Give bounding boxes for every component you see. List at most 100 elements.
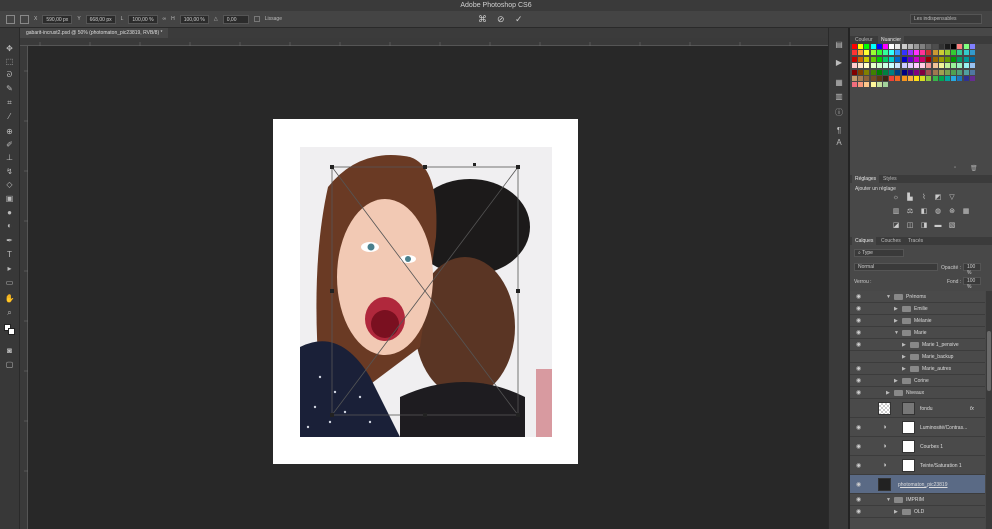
- eyedropper-tool-icon[interactable]: ⁄: [4, 112, 15, 121]
- layers-scroll-thumb[interactable]: [987, 331, 991, 391]
- swatch[interactable]: [895, 44, 901, 49]
- visibility-eye-icon[interactable]: ◉: [856, 443, 861, 450]
- layer-mask-thumbnail[interactable]: [902, 402, 915, 415]
- layer-row[interactable]: ◉ ▶ Niveaux: [850, 387, 985, 399]
- swatch[interactable]: [870, 63, 876, 69]
- layer-row[interactable]: ◉ ▼ IMPRIM: [850, 494, 985, 506]
- swatch[interactable]: [852, 82, 857, 88]
- swatch[interactable]: [901, 50, 907, 56]
- swatch[interactable]: [852, 50, 857, 56]
- curves-icon[interactable]: ⌇: [920, 194, 928, 202]
- character-panel-icon[interactable]: A: [834, 138, 844, 148]
- swatch[interactable]: [895, 76, 901, 81]
- blend-mode-select[interactable]: Normal: [854, 263, 938, 271]
- layer-row[interactable]: fondu fx: [850, 399, 985, 418]
- hue-saturation-icon[interactable]: ▥: [892, 208, 900, 216]
- swatch[interactable]: [895, 50, 901, 56]
- swatch[interactable]: [907, 44, 913, 49]
- quick-select-tool-icon[interactable]: ✎: [4, 84, 15, 93]
- visibility-eye-icon[interactable]: ◉: [856, 481, 861, 488]
- swatch[interactable]: [963, 63, 969, 69]
- layer-row[interactable]: ▶ Marie_backup: [850, 351, 985, 363]
- height-scale-input[interactable]: 100,00 %: [179, 14, 209, 24]
- workspace-selector[interactable]: Les indispensables: [910, 14, 982, 24]
- swatch[interactable]: [870, 44, 876, 49]
- swatch[interactable]: [852, 44, 857, 49]
- history-panel-icon[interactable]: ▤: [834, 40, 844, 50]
- visibility-eye-icon[interactable]: ◉: [856, 389, 861, 396]
- document-tab[interactable]: gabarit-incrust2.psd @ 50% (photomaton_p…: [20, 28, 169, 38]
- swatch[interactable]: [864, 50, 870, 56]
- swatch[interactable]: [945, 69, 950, 75]
- visibility-eye-icon[interactable]: ◉: [856, 462, 861, 469]
- swatch[interactable]: [926, 44, 932, 49]
- layer-row[interactable]: ◉ ▶ Marie_autres: [850, 363, 985, 375]
- clone-source-panel-icon[interactable]: ▥: [834, 92, 844, 102]
- swatch[interactable]: [864, 76, 870, 81]
- swatch[interactable]: [914, 50, 919, 56]
- swatch[interactable]: [920, 50, 926, 56]
- fill-input[interactable]: 100 %: [963, 277, 981, 290]
- swatch[interactable]: [876, 50, 882, 56]
- swatch[interactable]: [883, 44, 888, 49]
- layer-filter-select[interactable]: ⌕ Type: [854, 249, 904, 257]
- swatch[interactable]: [876, 76, 882, 81]
- swatch[interactable]: [883, 76, 888, 81]
- visibility-eye-icon[interactable]: ◉: [856, 341, 861, 348]
- screen-mode-icon[interactable]: ▢: [4, 360, 15, 369]
- swatch[interactable]: [889, 56, 895, 62]
- swatch[interactable]: [901, 69, 907, 75]
- visibility-eye-icon[interactable]: ◉: [856, 317, 861, 324]
- swatch[interactable]: [883, 56, 888, 62]
- hand-tool-icon[interactable]: ✋: [4, 294, 15, 303]
- posterize-icon[interactable]: ◫: [906, 222, 914, 230]
- swatch[interactable]: [938, 50, 944, 56]
- tab-swatches[interactable]: Nuancier: [878, 36, 905, 44]
- tab-paths[interactable]: Tracés: [905, 237, 926, 245]
- swatch-grid[interactable]: [852, 44, 980, 90]
- expand-closed-icon[interactable]: ▶: [894, 509, 898, 515]
- tab-adjustments[interactable]: Réglages: [852, 175, 880, 183]
- swatch[interactable]: [864, 44, 870, 49]
- swatch[interactable]: [951, 76, 957, 81]
- width-scale-input[interactable]: 100,00 %: [128, 14, 158, 24]
- swatch[interactable]: [963, 56, 969, 62]
- swatch[interactable]: [963, 69, 969, 75]
- swatch[interactable]: [969, 63, 975, 69]
- swatch[interactable]: [907, 63, 913, 69]
- swatch[interactable]: [938, 56, 944, 62]
- swatch[interactable]: [945, 76, 950, 81]
- swatch[interactable]: [895, 63, 901, 69]
- angle-input[interactable]: 0,00: [222, 14, 249, 24]
- swatch[interactable]: [945, 50, 950, 56]
- interpolation-checkbox[interactable]: [253, 16, 260, 22]
- swatch[interactable]: [852, 76, 857, 81]
- photo-layer-preview[interactable]: [300, 147, 552, 437]
- swatch[interactable]: [938, 69, 944, 75]
- swatch[interactable]: [907, 76, 913, 81]
- info-panel-icon[interactable]: ⓘ: [834, 108, 844, 118]
- swatch[interactable]: [926, 50, 932, 56]
- visibility-eye-icon[interactable]: ◉: [856, 508, 861, 515]
- swatch[interactable]: [895, 69, 901, 75]
- expand-closed-icon[interactable]: ▶: [894, 306, 898, 312]
- shape-tool-icon[interactable]: ▭: [4, 278, 15, 287]
- pen-tool-icon[interactable]: ✒: [4, 236, 15, 245]
- lasso-tool-icon[interactable]: ᘐ: [4, 70, 15, 79]
- dodge-tool-icon[interactable]: ◐: [4, 221, 15, 230]
- warp-mode-icon[interactable]: ⌘: [478, 14, 487, 25]
- swatch[interactable]: [901, 44, 907, 49]
- swatch[interactable]: [889, 69, 895, 75]
- swatch[interactable]: [858, 56, 864, 62]
- new-swatch-icon[interactable]: ▫: [954, 165, 956, 171]
- expand-open-icon[interactable]: ▼: [894, 330, 899, 336]
- swatch[interactable]: [932, 63, 938, 69]
- swatch[interactable]: [858, 69, 864, 75]
- swatch[interactable]: [938, 76, 944, 81]
- tab-channels[interactable]: Couches: [878, 237, 904, 245]
- cancel-transform-icon[interactable]: ⊘: [497, 14, 505, 25]
- expand-open-icon[interactable]: ▼: [886, 497, 891, 503]
- swatch[interactable]: [926, 56, 932, 62]
- quick-mask-icon[interactable]: ◙: [4, 346, 15, 355]
- commit-transform-icon[interactable]: ✓: [515, 14, 523, 25]
